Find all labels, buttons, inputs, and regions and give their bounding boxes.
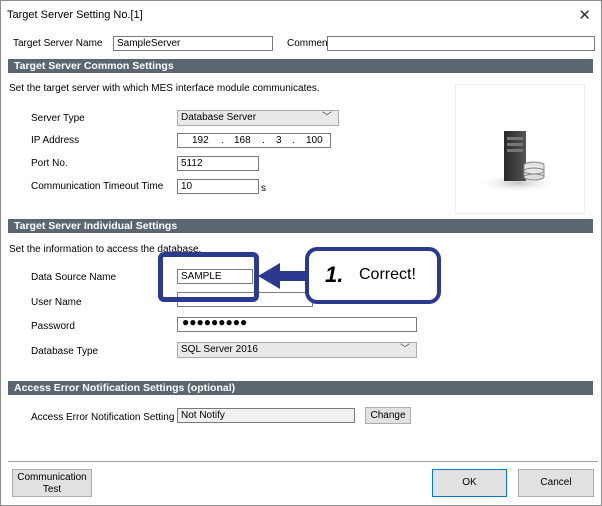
dbtype-value: SQL Server 2016 — [181, 344, 258, 355]
timeout-label: Communication Timeout Time — [31, 181, 164, 192]
ok-button[interactable]: OK — [432, 469, 507, 497]
footer-divider — [8, 461, 598, 462]
close-icon[interactable]: ✕ — [578, 6, 591, 24]
callout-arrow-icon — [258, 263, 308, 289]
access-setting-value: Not Notify — [177, 408, 355, 423]
comment-label: Comment — [287, 38, 331, 49]
password-mask: ●●●●●●●●● — [182, 317, 248, 329]
cancel-button[interactable]: Cancel — [518, 469, 594, 497]
server-type-select[interactable]: Database Server ﹀ — [177, 110, 339, 126]
username-label: User Name — [31, 297, 82, 308]
change-button[interactable]: Change — [365, 407, 411, 424]
comm-test-line2: Test — [42, 484, 62, 495]
port-label: Port No. — [31, 158, 68, 169]
individual-settings-header: Target Server Individual Settings — [8, 219, 593, 233]
port-input[interactable]: 5112 — [177, 156, 259, 171]
callout-number: 1. — [325, 262, 344, 287]
chevron-down-icon: ﹀ — [322, 112, 332, 123]
access-setting-label: Access Error Notification Setting — [31, 412, 175, 423]
timeout-input[interactable]: 10 — [177, 179, 259, 194]
ip-dot: . — [221, 135, 224, 146]
password-label: Password — [31, 321, 75, 332]
ip-octet-1: 192 — [192, 135, 209, 146]
ip-address-input[interactable]: 192 . 168 . 3 . 100 — [177, 133, 331, 148]
access-error-header: Access Error Notification Settings (opti… — [8, 381, 593, 395]
server-name-label: Target Server Name — [13, 38, 103, 49]
window-title: Target Server Setting No.[1] — [7, 9, 143, 21]
callout-text: Correct! — [359, 266, 416, 283]
database-server-icon — [455, 84, 585, 214]
ip-dot: . — [262, 135, 265, 146]
chevron-down-icon: ﹀ — [400, 344, 410, 355]
comment-input[interactable] — [327, 36, 595, 51]
password-input[interactable]: ●●●●●●●●● — [177, 317, 417, 332]
server-name-input[interactable]: SampleServer — [113, 36, 273, 51]
ip-octet-3: 3 — [276, 135, 282, 146]
title-bar: Target Server Setting No.[1] ✕ — [1, 1, 601, 29]
ip-octet-4: 100 — [306, 135, 323, 146]
server-type-value: Database Server — [181, 112, 257, 123]
common-settings-header: Target Server Common Settings — [8, 59, 593, 73]
timeout-unit: s — [261, 183, 266, 194]
ip-octet-2: 168 — [234, 135, 251, 146]
datasource-label: Data Source Name — [31, 272, 117, 283]
server-type-label: Server Type — [31, 113, 85, 124]
communication-test-button[interactable]: Communication Test — [12, 469, 92, 497]
ip-address-label: IP Address — [31, 135, 80, 146]
dialog-window: Target Server Setting No.[1] ✕ Target Se… — [0, 0, 602, 506]
common-description: Set the target server with which MES int… — [9, 83, 320, 94]
dbtype-select[interactable]: SQL Server 2016 ﹀ — [177, 342, 417, 358]
callout-box: 1. Correct! — [305, 247, 441, 304]
comm-test-line1: Communication — [17, 472, 87, 483]
ip-dot: . — [292, 135, 295, 146]
highlight-box — [158, 252, 259, 302]
dbtype-label: Database Type — [31, 346, 99, 357]
